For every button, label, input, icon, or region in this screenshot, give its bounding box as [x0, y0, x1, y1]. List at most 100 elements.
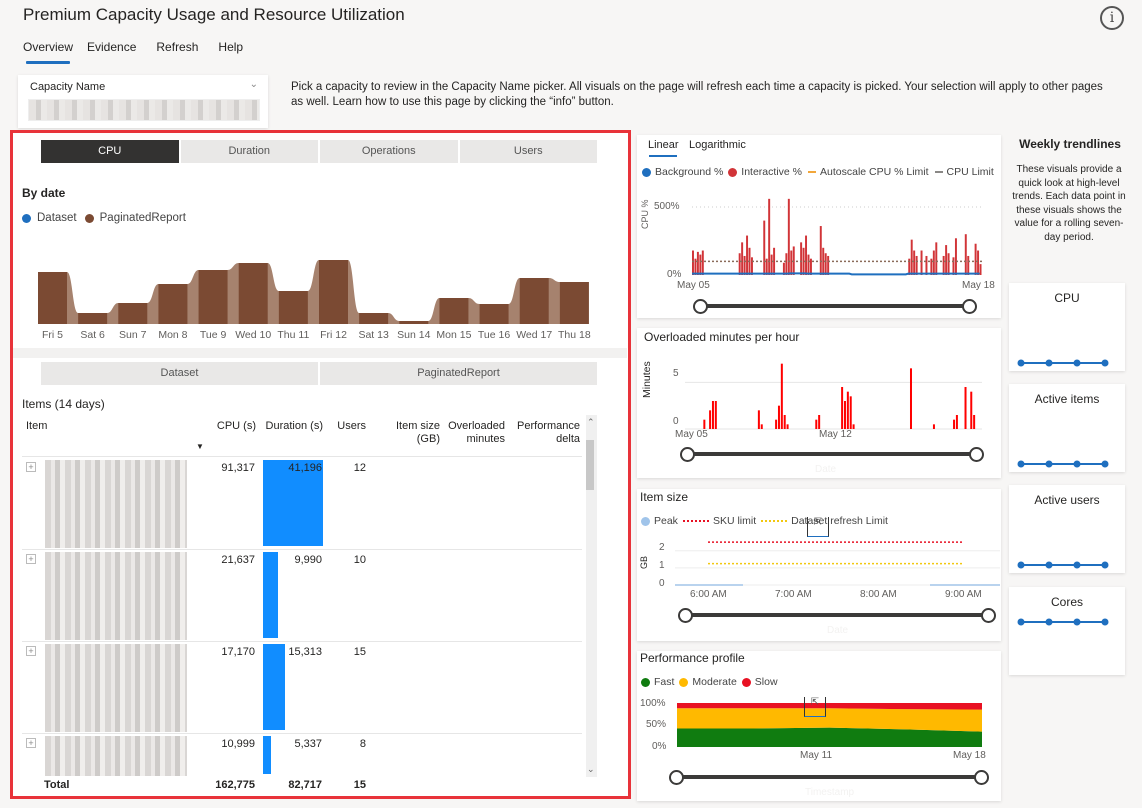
legend-label-peak: Peak	[654, 515, 678, 527]
x-tick-label: Tue 16	[478, 329, 510, 341]
expand-row-icon[interactable]: +	[26, 554, 36, 564]
cpu-chart-legend: Background % Interactive % Autoscale CPU…	[642, 166, 994, 178]
cell-cpu: 17,170	[221, 646, 255, 658]
nav-evidence[interactable]: Evidence	[87, 40, 136, 60]
tab-linear[interactable]: Linear	[648, 139, 679, 151]
interactive-bar	[790, 250, 793, 275]
interactive-bar	[696, 251, 699, 275]
item-size-slider-end-handle[interactable]	[981, 608, 996, 623]
scroll-thumb[interactable]	[586, 440, 594, 490]
overloaded-bar	[777, 405, 780, 429]
col-header-item-size[interactable]: Item size (GB)	[385, 420, 440, 446]
tab-operations[interactable]: Operations	[320, 140, 458, 163]
item-size-range-slider[interactable]	[685, 613, 989, 617]
bar-wed-10[interactable]	[238, 263, 268, 324]
col-header-overloaded[interactable]: Overloaded minutes	[443, 420, 505, 446]
tab-dataset[interactable]: Dataset	[41, 362, 318, 385]
info-icon[interactable]: i	[1100, 6, 1124, 30]
overloaded-bar	[964, 387, 967, 429]
tab-logarithmic[interactable]: Logarithmic	[689, 139, 746, 151]
bar-sun-7[interactable]	[118, 303, 148, 324]
overloaded-bar	[909, 368, 912, 429]
overloaded-bar	[711, 401, 714, 429]
legend-label-paginated: PaginatedReport	[99, 212, 186, 224]
bar-wed-17[interactable]	[519, 278, 549, 324]
interactive-bar	[935, 242, 938, 275]
interactive-bar	[932, 250, 935, 275]
trend-point	[1101, 618, 1109, 626]
col-header-perf-delta[interactable]: Performance delta	[510, 420, 580, 446]
cpu-chart-card: Linear Logarithmic Background % Interact…	[637, 135, 1001, 318]
nav-refresh[interactable]: Refresh	[156, 40, 198, 60]
nav-overview[interactable]: Overview	[23, 40, 73, 64]
by-date-chart: Fri 5 Sat 6 Sun 7 Mon 8 Tue 9 Wed 10 Thu 11 Fri…	[38, 260, 591, 341]
expand-row-icon[interactable]: +	[26, 646, 36, 656]
trend-card-active-items[interactable]: Active items	[1009, 384, 1125, 472]
trend-card-active-users[interactable]: Active users	[1009, 485, 1125, 573]
item-name-redacted[interactable]	[45, 736, 187, 776]
tab-duration[interactable]: Duration	[180, 140, 318, 163]
col-header-cpu[interactable]: CPU (s)	[205, 420, 256, 432]
chevron-down-icon[interactable]: ⌄	[250, 79, 258, 90]
cpu-range-slider[interactable]	[700, 304, 970, 308]
bar-sun-14[interactable]	[399, 321, 429, 324]
nav-help[interactable]: Help	[218, 40, 243, 60]
trend-card-title: Cores	[1050, 595, 1083, 609]
tab-users[interactable]: Users	[459, 140, 597, 163]
item-name-redacted[interactable]	[45, 644, 187, 732]
overloaded-range-slider[interactable]	[687, 452, 977, 456]
cpu-slider-end-handle[interactable]	[962, 299, 977, 314]
scroll-down-icon[interactable]: ⌄	[587, 764, 595, 775]
interactive-bar	[765, 258, 768, 275]
interactive-bar	[915, 255, 918, 275]
by-date-legend: Dataset PaginatedReport	[22, 212, 186, 224]
item-name-redacted[interactable]	[45, 552, 187, 640]
expand-row-icon[interactable]: +	[26, 738, 36, 748]
overloaded-bar	[775, 419, 778, 429]
tab-paginated-report[interactable]: PaginatedReport	[320, 362, 597, 385]
perf-area-fast	[677, 727, 982, 747]
scroll-up-icon[interactable]: ⌃	[587, 417, 595, 428]
overloaded-slider-start-handle[interactable]	[680, 447, 695, 462]
capacity-picker-value[interactable]	[28, 99, 260, 121]
bar-tue-9[interactable]	[198, 270, 228, 324]
perf-slider-start-handle[interactable]	[669, 770, 684, 785]
bar-thu-11[interactable]	[278, 291, 308, 324]
trend-card-title: CPU	[1054, 291, 1080, 305]
bar-thu-18[interactable]	[559, 282, 589, 324]
bar-sat-13[interactable]	[359, 313, 389, 324]
bar-mon-15[interactable]	[439, 298, 469, 324]
perf-slider-end-handle[interactable]	[974, 770, 989, 785]
bar-tue-16[interactable]	[479, 304, 509, 324]
legend-label-background: Background %	[655, 166, 724, 178]
trend-card-cpu[interactable]: CPU	[1009, 283, 1125, 371]
items-table-title: Items (14 days)	[22, 397, 105, 411]
trend-card-cores[interactable]: Cores	[1009, 587, 1125, 675]
item-size-slider-start-handle[interactable]	[678, 608, 693, 623]
perf-range-slider[interactable]	[677, 775, 982, 779]
overloaded-slider-end-handle[interactable]	[969, 447, 984, 462]
cell-users: 12	[353, 462, 366, 474]
bar-mon-8[interactable]	[158, 284, 188, 324]
legend-label-fast: Fast	[654, 676, 675, 688]
item-name-redacted[interactable]	[45, 460, 187, 548]
cpu-slider-start-handle[interactable]	[693, 299, 708, 314]
tab-cpu[interactable]: CPU	[41, 140, 179, 163]
overloaded-bar	[849, 396, 852, 429]
interactive-bar	[913, 250, 916, 275]
expand-row-icon[interactable]: +	[26, 462, 36, 472]
capacity-picker[interactable]: Capacity Name ⌄	[18, 75, 268, 128]
table-scrollbar[interactable]: ⌃ ⌄	[586, 415, 597, 777]
bar-sat-6[interactable]	[78, 313, 108, 324]
trend-point	[1017, 618, 1025, 626]
trend-sparkline	[1017, 460, 1109, 468]
bar-fri-12[interactable]	[319, 260, 348, 324]
focus-mode-icon[interactable]: ⇱	[804, 697, 826, 717]
bar-fri-5[interactable]	[38, 272, 67, 324]
trend-point	[1073, 460, 1081, 468]
col-header-duration[interactable]: Duration (s)	[260, 420, 323, 432]
panel-divider	[13, 348, 627, 358]
sort-desc-icon[interactable]: ▼	[196, 442, 204, 451]
col-header-item[interactable]: Item	[26, 420, 47, 432]
col-header-users[interactable]: Users	[330, 420, 366, 432]
